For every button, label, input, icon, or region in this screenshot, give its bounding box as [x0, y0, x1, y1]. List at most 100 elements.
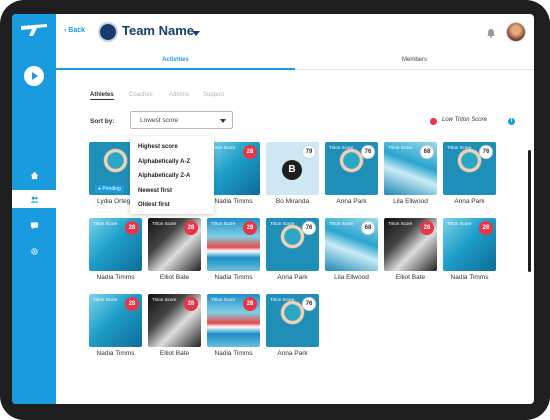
triton-score-caption: Triton Score: [329, 221, 354, 226]
score-badge: 76: [361, 145, 375, 159]
athlete-photo: Triton Score 68: [325, 218, 378, 271]
athlete-card[interactable]: B 79 Bo Miranda: [266, 142, 319, 208]
athlete-card[interactable]: Triton Score 28 Elliot Bate: [384, 218, 437, 284]
sidebar-item-home[interactable]: [12, 166, 56, 184]
athlete-card[interactable]: Triton Score 28 Elliot Bate: [148, 218, 201, 284]
triton-score-caption: Triton Score: [388, 221, 413, 226]
athlete-photo: Triton Score 28: [89, 294, 142, 347]
athlete-card[interactable]: Triton Score 76 Anna Park: [325, 142, 378, 208]
subtab-coaches[interactable]: Coaches: [129, 92, 153, 98]
chevron-down-icon[interactable]: [192, 31, 200, 36]
athlete-card[interactable]: Triton Score 28 Elliot Bate: [148, 294, 201, 360]
athlete-card[interactable]: Triton Score 28 Nadia Timms: [443, 218, 496, 284]
athlete-photo: Triton Score 76: [443, 142, 496, 195]
score-badge: 76: [302, 221, 316, 235]
tab-activities[interactable]: Activities: [56, 52, 295, 70]
avatar[interactable]: [506, 22, 526, 42]
triton-score-caption: Triton Score: [93, 297, 118, 302]
sort-option[interactable]: Highest score: [130, 140, 214, 155]
athlete-photo: Triton Score 76: [266, 294, 319, 347]
info-icon[interactable]: i: [508, 118, 515, 125]
athlete-photo: Triton Score 68: [384, 142, 437, 195]
triton-score-caption: Triton Score: [388, 145, 413, 150]
triton-score-caption: Triton Score: [447, 145, 472, 150]
sort-option[interactable]: Oldest first: [130, 198, 214, 213]
scrollbar[interactable]: [528, 150, 531, 272]
chat-icon: [30, 221, 38, 230]
sort-option[interactable]: Alphabetically A-Z: [130, 155, 214, 170]
score-badge: 28: [243, 297, 257, 311]
back-label: Back: [68, 27, 86, 34]
triton-score-caption: Triton Score: [270, 221, 295, 226]
score-badge: 28: [420, 221, 434, 235]
sort-option[interactable]: Alphabetically Z-A: [130, 169, 214, 184]
triton-score-caption: Triton Score: [329, 145, 354, 150]
score-badge: 28: [243, 145, 257, 159]
score-badge: 28: [125, 297, 139, 311]
score-badge: 28: [243, 221, 257, 235]
home-icon: [30, 171, 38, 179]
low-score-label: Low Triton Score: [442, 117, 487, 123]
sidebar-item-settings[interactable]: [12, 242, 56, 260]
status-badge: ● Pending: [95, 185, 124, 193]
subtab-support[interactable]: Support: [203, 92, 224, 98]
athlete-photo: Triton Score 76: [325, 142, 378, 195]
low-score-dot: [430, 118, 437, 125]
athlete-card[interactable]: Triton Score 28 Nadia Timms: [207, 294, 260, 360]
tab-members[interactable]: Members: [295, 52, 534, 70]
people-icon: [29, 196, 39, 203]
triton-logo-icon: [21, 24, 47, 36]
athlete-photo: B 79: [266, 142, 319, 195]
athlete-card[interactable]: Triton Score 68 Lila Ellwood: [384, 142, 437, 208]
athlete-photo: Triton Score 28: [207, 294, 260, 347]
athlete-card[interactable]: Triton Score 76 Anna Park: [266, 218, 319, 284]
sidebar-item-messages[interactable]: [12, 216, 56, 234]
score-badge: 28: [479, 221, 493, 235]
sort-option[interactable]: Newest first: [130, 184, 214, 199]
gear-icon: [30, 247, 38, 255]
triton-score-caption: Triton Score: [152, 221, 177, 226]
athlete-card[interactable]: Triton Score 28 Nadia Timms: [207, 218, 260, 284]
athlete-card[interactable]: Triton Score 68 Lila Ellwood: [325, 218, 378, 284]
header: ‹ Back Team Name: [56, 14, 534, 52]
app-screen: ‹ Back Team Name Activities Members Athl…: [12, 14, 534, 404]
sort-label: Sort by:: [90, 118, 115, 125]
athlete-photo: Triton Score 28: [443, 218, 496, 271]
tablet-frame: ‹ Back Team Name Activities Members Athl…: [0, 0, 550, 420]
triton-score-caption: Triton Score: [211, 221, 236, 226]
athlete-photo: Triton Score 28: [207, 218, 260, 271]
team-name[interactable]: Team Name: [122, 23, 194, 38]
play-button[interactable]: [24, 66, 44, 86]
main-tabs: Activities Members: [56, 52, 534, 70]
athlete-name: Anna Park: [454, 198, 485, 205]
score-badge: 28: [125, 221, 139, 235]
athlete-photo: Triton Score 28: [148, 218, 201, 271]
triton-score-caption: Triton Score: [211, 145, 236, 150]
score-badge: 76: [302, 297, 316, 311]
athlete-photo: Triton Score 28: [148, 294, 201, 347]
athlete-card[interactable]: Triton Score 28 Nadia Timms: [207, 142, 260, 208]
athlete-photo: Triton Score 28: [207, 142, 260, 195]
score-badge: 79: [302, 145, 316, 159]
athlete-photo: Triton Score 28: [384, 218, 437, 271]
chevron-down-icon: [220, 119, 226, 123]
subtab-admins[interactable]: Admins: [169, 92, 189, 98]
score-badge: 76: [479, 145, 493, 159]
triton-score-caption: Triton Score: [447, 221, 472, 226]
athlete-card[interactable]: Triton Score 76 Anna Park: [443, 142, 496, 208]
bell-icon[interactable]: [486, 28, 496, 38]
athlete-card[interactable]: Triton Score 76 Anna Park: [266, 294, 319, 360]
back-button[interactable]: ‹ Back: [64, 27, 85, 34]
score-badge: 28: [184, 297, 198, 311]
athlete-card[interactable]: Triton Score 28 Nadia Timms: [89, 294, 142, 360]
sort-select[interactable]: Lowest score: [130, 111, 233, 129]
triton-score-caption: Triton Score: [152, 297, 177, 302]
athlete-photo: Triton Score 28: [89, 218, 142, 271]
team-logo: [98, 22, 118, 42]
sidebar: [12, 14, 56, 404]
subtab-athletes[interactable]: Athletes: [90, 92, 114, 100]
sidebar-item-team[interactable]: [12, 190, 56, 208]
score-badge: 28: [184, 221, 198, 235]
status-label: Pending: [102, 186, 121, 192]
athlete-card[interactable]: Triton Score 28 Nadia Timms: [89, 218, 142, 284]
